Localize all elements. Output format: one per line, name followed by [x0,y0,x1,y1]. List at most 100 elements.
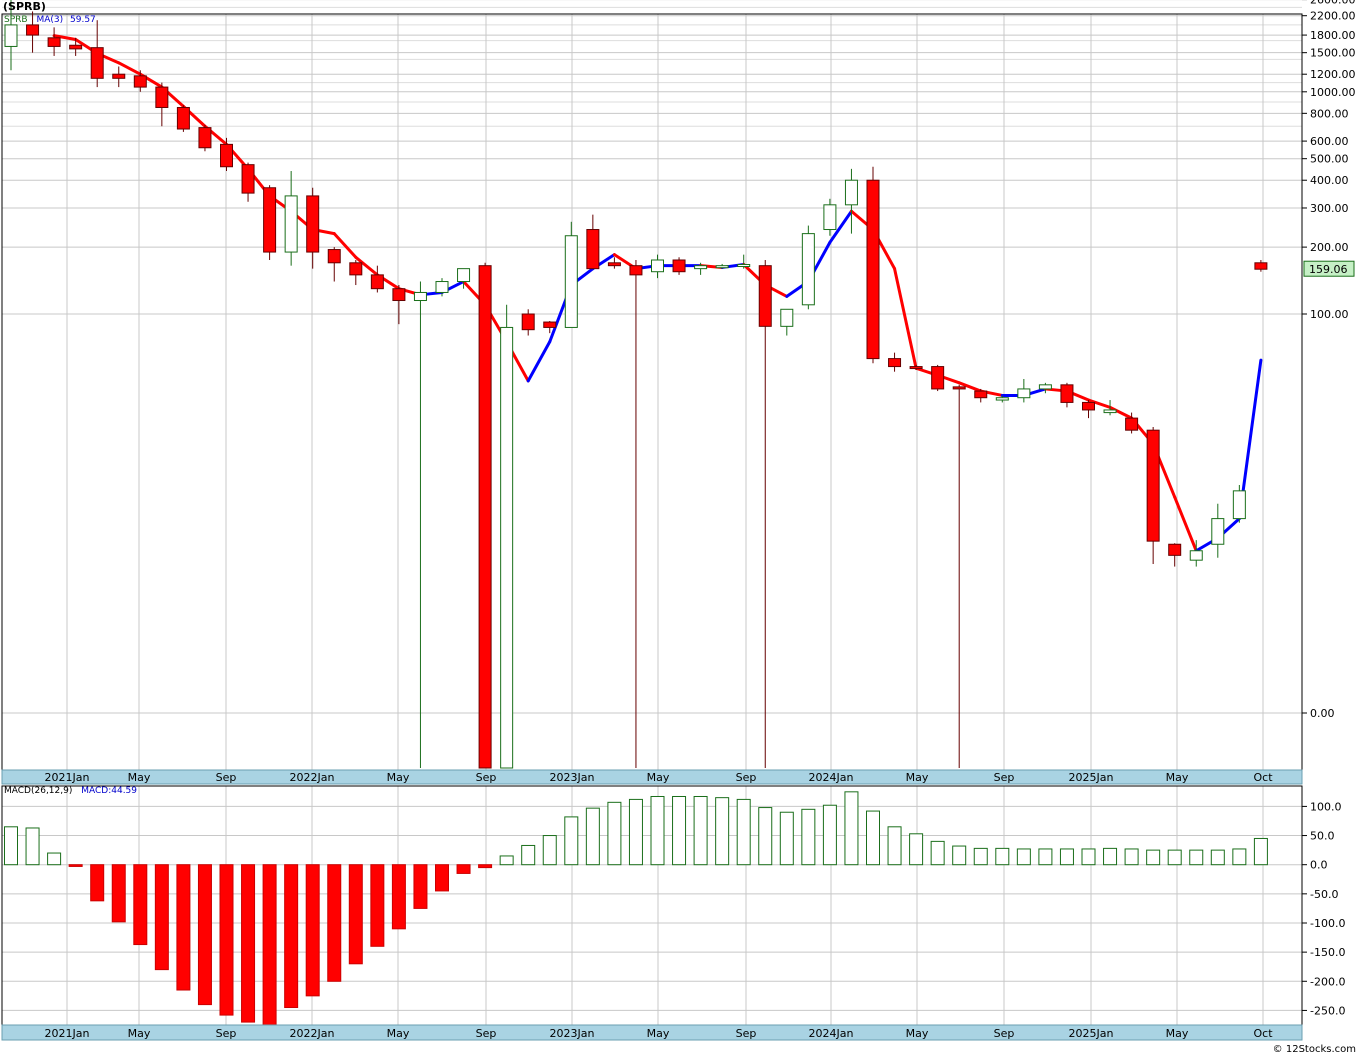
x-tick-label: May [647,1027,670,1040]
x-tick-label: Sep [476,771,497,784]
price-tick-label: 1000.00 [1310,86,1356,99]
candle-body [521,313,535,331]
price-tick-label: 600.00 [1310,135,1349,148]
macd-bar [585,807,600,866]
macd-bar [1210,849,1225,866]
macd-bar [241,864,256,1023]
x-tick-label: May [906,771,929,784]
macd-bar [822,804,837,866]
legend-ma-label: MA(3) [36,15,64,25]
candle-body [435,281,449,293]
candle-body [629,265,643,276]
x-tick-label: Sep [736,1027,757,1040]
x-tick-label: Oct [1253,771,1273,784]
x-tick-label: May [128,1027,151,1040]
macd-bar [478,864,493,869]
ma-segment [1173,495,1198,553]
candle-body [1017,388,1031,399]
macd-bar [736,798,751,866]
macd-x-axis: 2021Jan May Sep 2022Jan May Sep 2023Jan May Sep 2… [1,1024,1303,1041]
candle-body [607,262,621,267]
macd-bar [154,864,169,971]
macd-tick-label: 50.0 [1310,830,1335,843]
candle-body [823,204,837,231]
candle-body [284,195,298,253]
price-tick-label: 800.00 [1310,107,1349,120]
macd-legend-label: MACD(26,12,9) [4,786,73,796]
x-tick-label: Sep [736,771,757,784]
candle-body [780,308,794,327]
candle-body [26,24,40,36]
candle-body [306,195,320,253]
macd-histogram [4,791,1268,1028]
macd-tick-label: -250.0 [1310,1004,1345,1017]
candle-body [672,259,686,273]
candle-body [1060,384,1074,403]
macd-bar [1146,849,1161,866]
candle-body [1211,518,1225,545]
ticker-title: (SPRB) [3,0,46,13]
candle-body [1254,262,1268,270]
macd-bar [650,795,665,866]
macd-bar [866,810,880,866]
macd-bar [564,816,579,866]
macd-bar [1038,848,1053,866]
candle-body [263,187,277,253]
macd-bar [111,864,126,923]
macd-bar [1189,849,1204,866]
macd-bar [715,797,730,866]
macd-bar [133,864,148,946]
macd-bar [284,864,299,1009]
candle-body [974,390,988,399]
price-tick-label: 1500.00 [1310,47,1356,60]
candle-body [1038,384,1052,390]
macd-bar [327,864,342,982]
candle-body [478,265,492,769]
macd-bar [779,811,794,866]
macd-bar [499,855,514,866]
macd-tick-label: -150.0 [1310,946,1345,959]
macd-tick-label: -100.0 [1310,917,1345,930]
macd-bar [1081,848,1096,866]
x-tick-label: Sep [216,1027,237,1040]
x-tick-label: 2024Jan [809,771,854,784]
macd-bar [90,864,105,902]
x-tick-label: 2022Jan [290,771,335,784]
macd-bar [1016,848,1031,866]
candle-body [457,268,471,283]
x-tick-label: May [387,771,410,784]
price-tick-label: 2600.00 [1310,0,1356,7]
macd-bar [262,864,277,1028]
macd-bar [456,864,471,874]
macd-bar [1103,847,1118,866]
macd-bar [607,801,622,866]
x-tick-label: Sep [994,1027,1015,1040]
last-price-tag: 159.06 [1303,260,1355,277]
candle-body [155,86,169,108]
macd-bar [305,864,320,997]
candle-body [198,127,212,149]
macd-bar [1059,848,1074,866]
candle-body [564,235,578,328]
candle-body [1146,429,1160,542]
x-tick-label: 2023Jan [550,771,595,784]
macd-bar [995,847,1010,866]
price-axis: 2600.00 2200.00 1800.00 1500.00 1200.00 1000.… [1302,0,1356,720]
macd-bar [1253,837,1268,866]
price-tick-label: 300.00 [1310,202,1349,215]
x-tick-label: 2022Jan [290,1027,335,1040]
x-tick-label: 2025Jan [1069,771,1114,784]
candle-body [413,291,427,302]
x-tick-label: Sep [216,771,237,784]
candle-body [758,265,772,327]
macd-axis: 100.0 50.0 0.0 -50.0 -100.0 -150.0 -200.0 -250.… [1302,800,1345,1017]
candle-body [995,397,1009,401]
candle-body [844,179,858,206]
macd-bar [435,864,449,892]
x-tick-label: 2021Jan [45,1027,90,1040]
price-tick-label: 500.00 [1310,153,1349,166]
candle-body [1168,543,1182,556]
macd-tick-label: -200.0 [1310,975,1345,988]
macd-tick-label: 0.0 [1310,859,1328,872]
macd-bar [413,864,428,909]
